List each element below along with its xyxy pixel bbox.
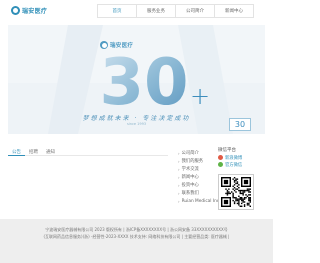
link-label: 公司简介 [181,151,199,156]
notice-tabs: 公告 招聘 通知 [8,148,168,156]
anniversary-badge[interactable]: 30 [229,118,251,131]
link-item[interactable]: › 公司简介 [178,149,223,157]
arrow-right-icon: › [178,190,180,196]
link-label: 新闻中心 [181,175,199,180]
footer-license: (互联网药品信息服务)(浙) -经营性-2023-XXXX 技术支持: 网络科技… [43,234,230,239]
wechat-icon [218,162,223,167]
link-item[interactable]: › 学术交流 [178,165,223,173]
banner-logo-text: 瑞安医疗 [110,43,134,49]
link-item[interactable]: › 投资中心 [178,181,223,189]
follow-us: 微信平台 新浪微博 官方微信 [218,146,268,168]
banner-logo: 瑞安医疗 [100,41,133,49]
follow-title: 微信平台 [218,148,236,153]
link-item[interactable]: › 联系我们 [178,189,223,197]
qr-code [218,174,254,210]
tab-notice[interactable]: 通知 [42,148,59,156]
quick-links: › 公司简介 › 我们的服务 › 学术交流 › 新闻中心 › 投资中心 › 联系我们 › Ru… [178,149,223,205]
weibo-link[interactable]: 新浪微博 [218,154,268,161]
link-label: 联系我们 [181,191,199,196]
arrow-right-icon: › [178,198,180,204]
anniversary-30-graphic: 30 [100,52,188,107]
wechat-label: 官方微信 [225,162,243,168]
qr-code-image [221,177,251,207]
link-label: 学术交流 [181,167,199,172]
arrow-right-icon: › [178,158,180,164]
site-logo[interactable]: 瑞安医疗 [11,6,47,15]
nav-item-home[interactable]: 首页 [97,4,137,18]
tab-content [8,158,168,212]
link-label: 投资中心 [181,183,199,188]
nav-item-news[interactable]: 新闻中心 [214,4,254,18]
site-footer: 宁波瑞安医疗器械有限公司 2023 版权所有 | 浙ICP备XXXXXXXX号 … [0,219,273,263]
arrow-right-icon: › [178,182,180,188]
footer-copyright: 宁波瑞安医疗器械有限公司 2023 版权所有 | 浙ICP备XXXXXXXX号 … [45,227,228,232]
big-30-text: 30 [100,52,188,107]
wechat-link[interactable]: 官方微信 [218,161,268,168]
banner-logo-mark-icon [100,41,108,49]
logo-mark-icon [11,6,20,15]
tab-recruit[interactable]: 招聘 [25,148,42,156]
arrow-right-icon: › [178,166,180,172]
plus-sign: + [190,82,211,110]
link-item[interactable]: › 我们的服务 [178,157,223,165]
arrow-right-icon: › [178,174,180,180]
tab-announcement[interactable]: 公告 [8,148,25,156]
site-header: 瑞安医疗 首页 服务业务 公司简介 新闻中心 [0,0,273,25]
arrow-right-icon: › [178,150,180,156]
badge-row: 30 [8,118,265,134]
link-item[interactable]: › Ruian Medical Inc. [178,197,223,205]
link-label: 我们的服务 [181,159,204,164]
link-item[interactable]: › 新闻中心 [178,173,223,181]
weibo-icon [218,155,223,160]
main-nav: 首页 服务业务 公司简介 新闻中心 [97,4,254,18]
nav-item-about[interactable]: 公司简介 [175,4,215,18]
weibo-label: 新浪微博 [225,155,243,161]
nav-item-services[interactable]: 服务业务 [136,4,176,18]
logo-text: 瑞安医疗 [22,8,48,15]
link-label: Ruian Medical Inc. [181,198,221,204]
